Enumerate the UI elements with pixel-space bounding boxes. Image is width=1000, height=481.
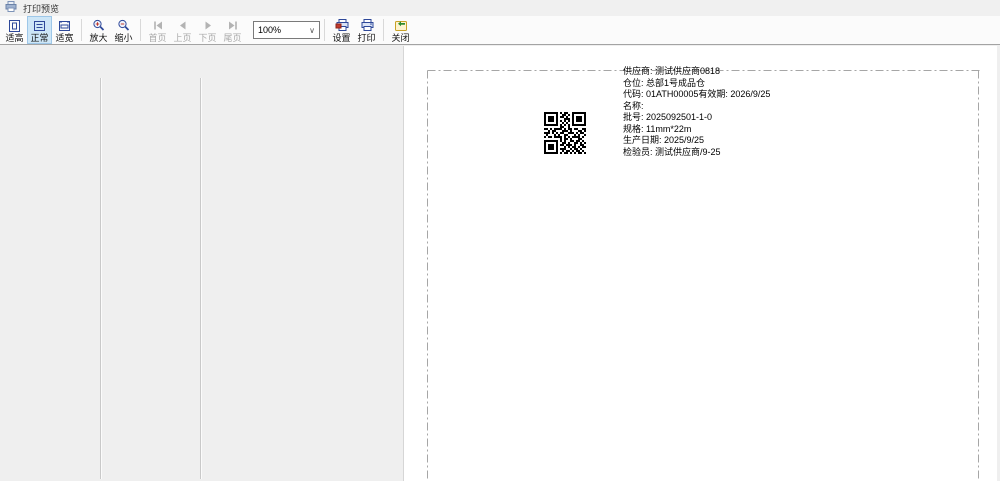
prev-page-button[interactable]: 上页 — [170, 16, 195, 44]
normal-view-icon — [33, 19, 46, 33]
label-line-batch: 批号: 2025092501-1-0 — [623, 112, 770, 124]
label-line-warehouse: 仓位: 总部1号成品仓 — [623, 78, 770, 90]
page-column-separator — [200, 78, 201, 479]
label-line-prod-date: 生产日期: 2025/9/25 — [623, 135, 770, 147]
prev-page-icon — [177, 19, 189, 33]
next-page-button[interactable]: 下页 — [195, 16, 220, 44]
fit-width-button[interactable]: 适宽 — [52, 16, 77, 44]
qr-code — [544, 112, 586, 154]
first-page-button[interactable]: 首页 — [145, 16, 170, 44]
chevron-down-icon: ∨ — [309, 26, 315, 35]
fit-width-label: 适宽 — [55, 33, 73, 43]
zoom-level-select[interactable]: 100% ∨ — [253, 21, 320, 39]
toolbar: 适高 正常 适宽 — [0, 16, 1000, 45]
zoom-in-icon — [92, 19, 105, 33]
close-exit-icon — [394, 19, 408, 33]
label-text-block: 供应商: 测试供应商0818 仓位: 总部1号成品仓 代码: 01ATH0000… — [623, 66, 770, 158]
preview-area: 供应商: 测试供应商0818 仓位: 总部1号成品仓 代码: 01ATH0000… — [0, 46, 1000, 481]
print-button[interactable]: 打印 — [354, 16, 379, 44]
close-button[interactable]: 关闭 — [388, 16, 413, 44]
print-preview-window: 打印预览 适高 正常 — [0, 0, 1000, 481]
normal-view-label: 正常 — [30, 33, 48, 43]
zoom-level-value: 100% — [258, 25, 281, 35]
fit-height-icon — [8, 19, 21, 33]
last-page-button[interactable]: 尾页 — [220, 16, 245, 44]
toolbar-separator — [81, 19, 82, 41]
toolbar-separator — [140, 19, 141, 41]
zoom-in-label: 放大 — [89, 33, 107, 43]
zoom-in-button[interactable]: 放大 — [86, 16, 111, 44]
print-label: 打印 — [357, 33, 375, 43]
last-page-icon — [227, 19, 239, 33]
label-line-code-expiry: 代码: 01ATH00005有效期: 2026/9/25 — [623, 89, 770, 101]
fit-height-button[interactable]: 适高 — [2, 16, 27, 44]
label-line-spec: 规格: 11mm*22m — [623, 124, 770, 136]
page-title: 打印预览 — [23, 2, 59, 15]
preview-page: 供应商: 测试供应商0818 仓位: 总部1号成品仓 代码: 01ATH0000… — [403, 46, 997, 481]
settings-label: 设置 — [332, 33, 350, 43]
normal-view-button[interactable]: 正常 — [27, 16, 52, 44]
settings-printer-icon — [335, 19, 349, 33]
zoom-out-button[interactable]: 缩小 — [111, 16, 136, 44]
toolbar-separator — [383, 19, 384, 41]
close-label: 关闭 — [391, 33, 409, 43]
next-page-label: 下页 — [198, 33, 216, 43]
fit-width-icon — [58, 19, 71, 33]
settings-button[interactable]: 设置 — [329, 16, 354, 44]
label-line-name: 名称: — [623, 101, 770, 113]
zoom-out-label: 缩小 — [114, 33, 132, 43]
last-page-label: 尾页 — [223, 33, 241, 43]
next-page-icon — [202, 19, 214, 33]
fit-height-label: 适高 — [5, 33, 23, 43]
label-line-supplier: 供应商: 测试供应商0818 — [623, 66, 770, 78]
page-column-separator — [100, 78, 101, 479]
toolbar-separator — [324, 19, 325, 41]
printer-icon — [5, 0, 17, 17]
print-printer-icon — [360, 19, 374, 33]
label-line-inspector: 检验员: 测试供应商/9-25 — [623, 147, 770, 159]
zoom-out-icon — [117, 19, 130, 33]
first-page-label: 首页 — [148, 33, 166, 43]
first-page-icon — [152, 19, 164, 33]
title-bar: 打印预览 — [0, 0, 1000, 16]
prev-page-label: 上页 — [173, 33, 191, 43]
